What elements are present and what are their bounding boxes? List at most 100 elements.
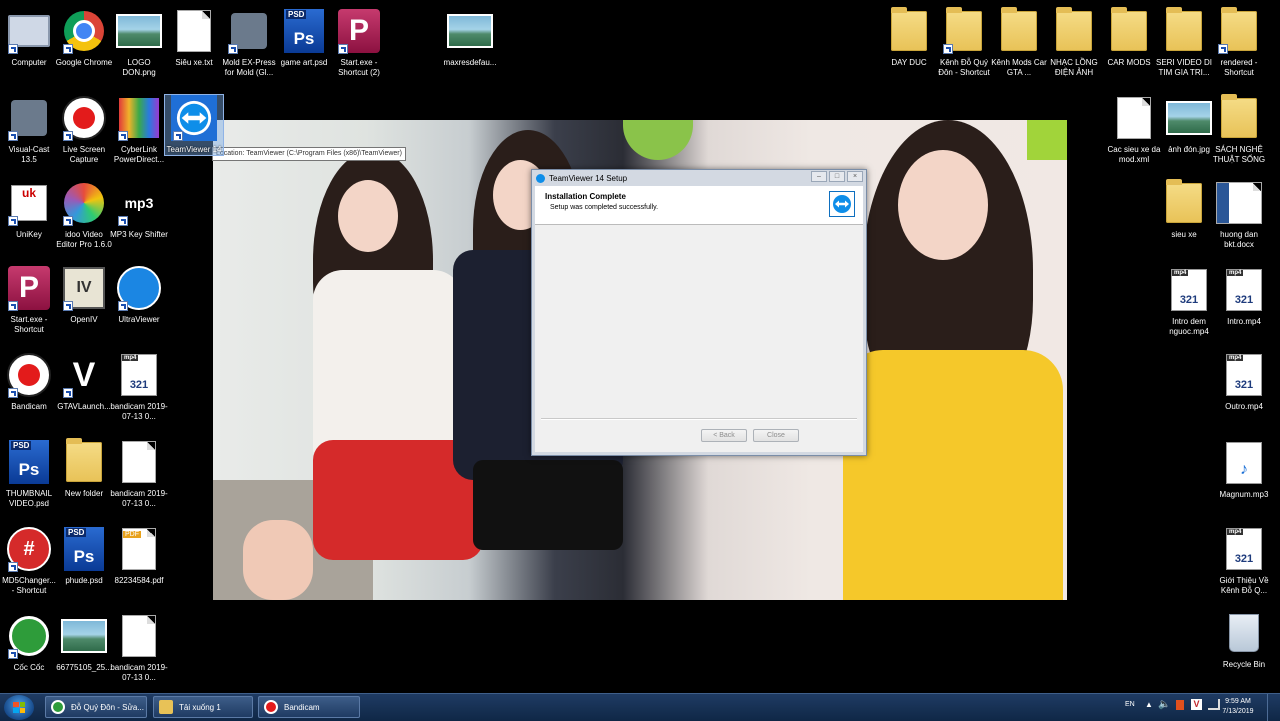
desktop-icon[interactable]: Bandicam [0,352,58,412]
show-desktop-button[interactable] [1267,694,1280,721]
desktop-icon[interactable]: sieu xe [1155,179,1213,240]
app-tray-icon[interactable]: V [1191,699,1202,710]
desktop-icon-label: Bandicam [11,402,47,411]
taskbar-item-explorer[interactable]: Tải xuống 1 [153,696,253,718]
desktop-icon-label: bandicam 2019-07-13 0... [110,663,168,682]
desktop-icon[interactable]: Visual-Cast 13.5 [0,95,58,165]
desktop-icon[interactable]: Live Screen Capture [55,95,113,165]
desktop-icon[interactable]: mp3 MP3 Key Shifter [110,180,168,240]
desktop-icon-label: Cốc Cốc [13,663,45,672]
start-button[interactable] [4,695,34,720]
desktop-icon[interactable]: mp4 321 Intro dem nguoc.mp4 [1160,267,1218,337]
desktop-icon[interactable]: mp4 321 Intro.mp4 [1215,267,1273,327]
desktop-icon[interactable]: V GTAVLaunch... [55,352,113,412]
desktop-icon[interactable]: Cốc Cốc [0,613,58,673]
unikey-icon: uk [6,180,52,226]
desktop-icon[interactable]: idoo Video Editor Pro 1.6.0 [55,180,113,250]
desktop-icon[interactable]: Recycle Bin [1215,610,1273,670]
folder-icon [1106,7,1152,54]
desktop-icon[interactable]: PSD Ps game art.psd [275,8,333,68]
minimize-button[interactable]: – [811,171,827,182]
desktop-icon[interactable]: LOGO DON.png [110,8,168,78]
p-app-icon: P [6,265,52,311]
coccoc-icon [6,613,52,659]
desktop-icon[interactable]: mp4 321 Giới Thiệu Về Kênh Đỗ Q... [1215,526,1273,596]
desktop-icon[interactable]: mp4 321 Outro.mp4 [1215,352,1273,412]
show-hidden-icons-button[interactable]: ▲ [1145,700,1153,709]
desktop-icon[interactable]: P Start.exe - Shortcut [0,265,58,335]
word-icon [1216,180,1262,226]
clock-time: 9:59 AM [1225,698,1251,705]
desktop-icon-label: Cac sieu xe da mod.xml [1107,145,1161,164]
desktop-icon[interactable]: huong dan bkt.docx [1210,180,1268,250]
desktop-icon[interactable]: NHẠC LỒNG ĐIỆN ẢNH [1045,7,1103,78]
desktop-icon[interactable]: CyberLink PowerDirect... [110,95,168,165]
desktop-icon[interactable]: P Start.exe - Shortcut (2) [330,8,388,78]
desktop-icon[interactable]: PSD Ps phude.psd [55,526,113,586]
desktop-icon-label: Visual-Cast 13.5 [8,145,50,164]
desktop-icon-label: DAY DUC [891,58,927,67]
shortcut-arrow-icon [943,44,953,54]
desktop-icon-label: Magnum.mp3 [1219,490,1269,499]
desktop-icon[interactable]: New folder [55,438,113,499]
recycle-bin-icon [1221,610,1267,656]
clock[interactable]: 9:59 AM 7/13/2019 [1214,697,1262,717]
openiv-icon: IV [61,265,107,311]
close-button[interactable]: Close [753,429,799,442]
desktop-icon[interactable]: maxresdefau... [441,8,499,68]
maximize-button[interactable]: □ [829,171,845,182]
desktop-icon[interactable]: bandicam 2019-07-13 0... [110,439,168,509]
desktop-icon[interactable]: rendered - Shortcut [1210,7,1268,78]
desktop-icon[interactable]: CAR MODS [1100,7,1158,68]
desktop-icon-label: GTAVLaunch... [57,402,111,411]
desktop-icon[interactable]: mp4 321 bandicam 2019-07-13 0... [110,352,168,422]
shortcut-arrow-icon [8,301,18,311]
desktop-icon[interactable]: TeamViewer 14 [164,94,224,156]
desktop-icon[interactable]: uk UniKey [0,180,58,240]
desktop-icon-label: NHẠC LỒNG ĐIỆN ẢNH [1050,58,1098,77]
desktop-icon[interactable]: bandicam 2019-07-13 0... [110,613,168,683]
shortcut-arrow-icon [63,131,73,141]
desktop-icon-label: THUMBNAIL VIDEO.psd [5,489,53,508]
desktop-icon[interactable]: SERI VIDEO DI TIM GIA TRI... [1155,7,1213,78]
desktop-icon-label: huong dan bkt.docx [1220,230,1258,249]
desktop-icon[interactable]: Mold EX-Press for Mold (Gl... [220,8,278,78]
desktop-icon[interactable]: Google Chrome [55,8,113,68]
desktop-icon[interactable]: PDF 82234584.pdf [110,526,168,586]
desktop-icon[interactable]: Kênh Mods Car GTA ... [990,7,1048,78]
desktop-icon-label: bandicam 2019-07-13 0... [110,402,168,421]
app-icon [226,8,272,54]
desktop-icon-label: bandicam 2019-07-13 0... [110,489,168,508]
desktop-icon[interactable]: 66775105_25... [55,613,113,673]
taskbar-item-bandicam[interactable]: Bandicam [258,696,360,718]
desktop-icon-label: Start.exe - Shortcut (2) [338,58,380,77]
taskbar-item-label: Bandicam [284,702,320,712]
desktop-icon[interactable]: Kênh Đỗ Quý Đôn - Shortcut [935,7,993,78]
back-button[interactable]: < Back [701,429,747,442]
close-window-button[interactable]: × [847,171,863,182]
desktop-icon-label: Siêu xe.txt [175,58,213,67]
desktop-icon[interactable]: IV OpenIV [55,265,113,325]
desktop-icon[interactable]: Cac sieu xe da mod.xml [1105,95,1163,165]
desktop-icon[interactable]: Computer [0,8,58,68]
volume-icon[interactable]: 🔈 [1158,699,1170,710]
desktop-icon-label: Intro dem nguoc.mp4 [1169,317,1209,336]
wallpaper-person [243,140,483,600]
teamviewer-logo-icon [829,191,855,217]
desktop-icon[interactable]: ♪ Magnum.mp3 [1215,440,1273,500]
desktop-icon[interactable]: DAY DUC [880,7,938,68]
taskbar-item-browser[interactable]: Đỗ Quý Đôn - Sửa... [45,696,147,718]
desktop-icon-label: Recycle Bin [1222,660,1266,669]
desktop-icon-label: maxresdefau... [443,58,497,67]
language-indicator[interactable]: EN [1125,701,1135,708]
desktop-icon[interactable]: # MD5Changer... - Shortcut [0,526,58,596]
desktop-icon[interactable]: Siêu xe.txt [165,8,223,68]
desktop-icon[interactable]: SÁCH NGHỆ THUẬT SỐNG [1210,94,1268,165]
teamviewer-setup-dialog: TeamViewer 14 Setup – □ × Installation C… [531,169,867,456]
psd-icon: PSD Ps [6,439,52,485]
shortcut-arrow-icon [8,562,18,572]
desktop-icon[interactable]: UltraViewer [110,265,168,325]
desktop-icon[interactable]: PSD Ps THUMBNAIL VIDEO.psd [0,439,58,509]
speaker-muted-icon[interactable] [1176,700,1184,710]
psd-icon: PSD Ps [281,8,327,54]
